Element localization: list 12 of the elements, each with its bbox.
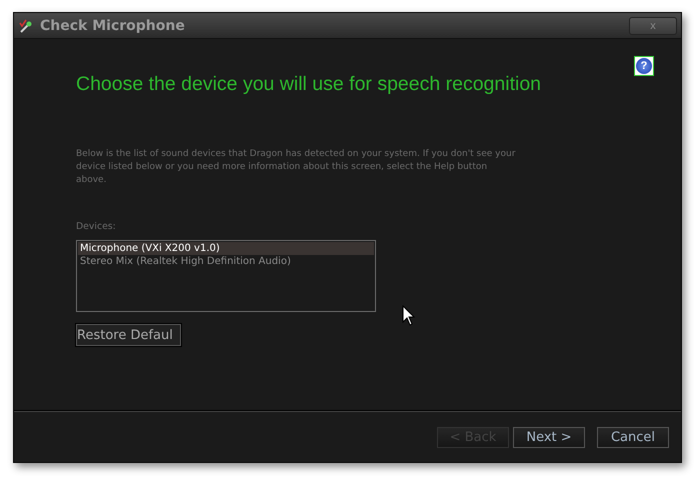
heading: Choose the device you will use for speech recognition — [76, 73, 542, 96]
cursor-icon — [402, 305, 416, 327]
wizard-button[interactable]: Cancel — [597, 426, 669, 448]
help-button[interactable]: ? — [634, 56, 654, 76]
device-item[interactable]: Stereo Mix (Realtek High Definition Audio) — [78, 255, 374, 268]
wizard-button[interactable]: Next > — [513, 426, 585, 448]
restore-defaults-button[interactable]: Restore Defaul — [76, 324, 181, 346]
devices-label: Devices: — [76, 221, 117, 232]
device-item[interactable]: Microphone (VXi X200 v1.0) — [78, 242, 374, 255]
microphone-icon — [18, 18, 34, 34]
description-text: Below is the list of sound devices that Dragon has detected on your system. If you don't see your device listed below or you need more information about this screen, select the Help button above. — [76, 148, 516, 187]
window-title: Check Microphone — [40, 18, 186, 34]
